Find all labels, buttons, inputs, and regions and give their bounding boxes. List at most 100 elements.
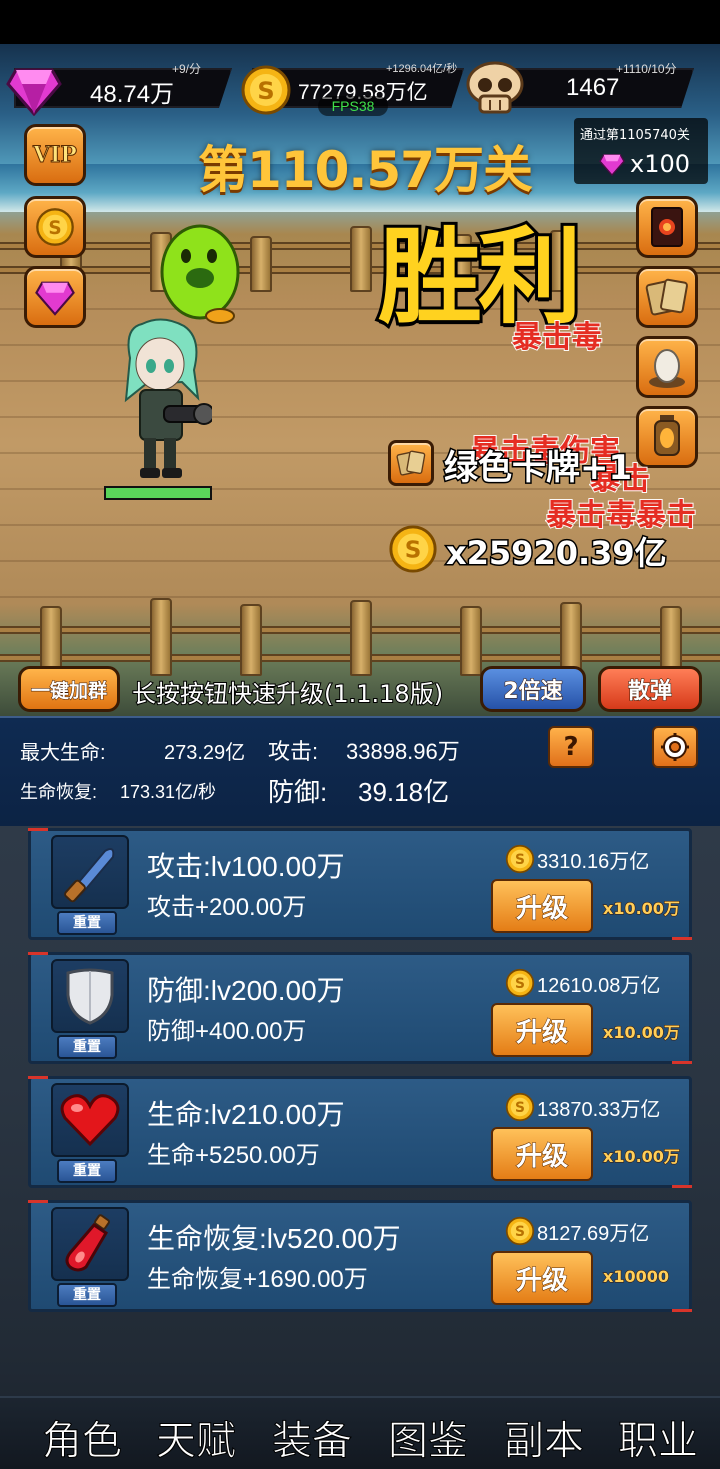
front-fence (0, 596, 720, 676)
svg-text:S: S (405, 538, 422, 564)
stage-reward-box: 通过第1105740关 x100 (574, 118, 708, 184)
card-deck-icon (651, 207, 683, 247)
knife-icon (51, 835, 129, 909)
back-fence (0, 222, 720, 292)
upgrade-desc: 生命+5250.00万 (147, 1142, 320, 1169)
cards-button[interactable] (636, 266, 698, 328)
card-deck-button[interactable] (636, 196, 698, 258)
gold-shop-button[interactable]: S (24, 196, 86, 258)
upgrade-button[interactable]: 升级 (491, 1251, 593, 1305)
upgrade-card-defense: 重置 防御:lv200.00万 防御+400.00万 S 12610.08万亿 … (28, 952, 692, 1064)
upgrade-cost: S 13870.33万亿 (505, 1091, 660, 1123)
attack-value: 33898.96万 (346, 739, 460, 764)
reset-button[interactable]: 重置 (57, 1159, 117, 1183)
regen-label: 生命恢复: (20, 782, 98, 802)
tab-dungeon[interactable]: 副本 (504, 1408, 585, 1466)
egg-icon (649, 349, 685, 388)
egg-button[interactable] (636, 336, 698, 398)
settings-button[interactable] (652, 726, 698, 768)
upgrade-cost-value: 8127.69万亿 (537, 1222, 650, 1245)
upgrade-card-attack: 重置 攻击:lv100.00万 攻击+200.00万 S 3310.16万亿 升… (28, 828, 692, 940)
reset-button[interactable]: 重置 (57, 1035, 117, 1059)
gold-coin-icon: S (505, 1092, 535, 1122)
svg-text:S: S (515, 1224, 525, 1240)
card-loot-icon (388, 440, 434, 486)
skull-icon (464, 60, 526, 120)
gold-coin-icon: S (505, 844, 535, 874)
svg-text:S: S (257, 77, 274, 105)
crit-label: 暴击毒 (511, 319, 603, 356)
attack-label: 攻击: (268, 739, 319, 764)
reset-button[interactable]: 重置 (57, 911, 117, 935)
regen-value: 173.31亿/秒 (120, 782, 217, 802)
upgrade-cost: S 8127.69万亿 (505, 1215, 649, 1247)
upgrade-card-hp: 重置 生命:lv210.00万 生命+5250.00万 S 13870.33万亿… (28, 1076, 692, 1188)
vip-button[interactable]: VIP (24, 124, 86, 186)
upgrade-hint-text: 长按按钮快速升级(1.1.18版) (131, 679, 444, 709)
upgrade-cost: S 12610.08万亿 (505, 967, 660, 999)
upgrade-card-regen: 重置 生命恢复:lv520.00万 生命恢复+1690.00万 S 8127.6… (28, 1200, 692, 1312)
max-hp-value: 273.29亿 (164, 742, 246, 764)
tab-equipment[interactable]: 装备 (272, 1408, 353, 1466)
svg-text:S: S (515, 852, 525, 868)
help-button[interactable]: ? (548, 726, 594, 768)
upgrade-button[interactable]: 升级 (491, 1003, 593, 1057)
gold-coin-icon: S (240, 64, 292, 120)
gem-rate: +9/分 (172, 62, 202, 76)
fps-counter: FPS38 (318, 96, 388, 116)
potion-icon (51, 1207, 129, 1281)
tab-character[interactable]: 角色 (42, 1408, 123, 1466)
stats-panel: 最大生命: 273.29亿 攻击: 33898.96万 生命恢复: 173.31… (0, 716, 720, 826)
reward-label: 通过第1105740关 (580, 128, 690, 143)
upgrade-multiplier[interactable]: x10.00万 (603, 1019, 681, 1043)
shield-icon (51, 959, 129, 1033)
green-slime-monster (156, 216, 246, 330)
upgrade-cost-value: 13870.33万亿 (537, 1098, 661, 1121)
upgrade-desc: 防御+400.00万 (147, 1018, 307, 1045)
double-speed-button[interactable]: 2倍速 (480, 666, 586, 712)
skull-rate: +1110/10分 (616, 62, 677, 76)
upgrade-desc: 生命恢复+1690.00万 (147, 1266, 368, 1293)
reward-count: x100 (630, 150, 691, 178)
skull-value: 1467 (566, 74, 620, 101)
upgrade-title: 防御:lv200.00万 (147, 975, 345, 1006)
upgrade-cost: S 3310.16万亿 (505, 843, 649, 875)
bottom-tab-bar: 角色 天赋 装备 图鉴 副本 职业 (0, 1396, 720, 1469)
gem-shop-button[interactable] (24, 266, 86, 328)
gem-value: 48.74万 (90, 81, 175, 108)
gold-coin-icon: S (505, 968, 535, 998)
svg-text:S: S (48, 218, 61, 239)
max-hp-label: 最大生命: (20, 742, 106, 764)
gold-rate: +1296.04亿/秒 (386, 63, 458, 75)
upgrade-button[interactable]: 升级 (491, 1127, 593, 1181)
scatter-shot-button[interactable]: 散弹 (598, 666, 702, 712)
upgrade-cost-value: 12610.08万亿 (537, 974, 661, 997)
reset-button[interactable]: 重置 (57, 1283, 117, 1307)
upgrade-desc: 攻击+200.00万 (147, 894, 307, 921)
join-group-button[interactable]: 一键加群 (18, 666, 120, 712)
vip-label: VIP (33, 142, 78, 169)
system-status-bar (0, 0, 720, 44)
tab-collection[interactable]: 图鉴 (388, 1408, 469, 1466)
gear-icon (661, 733, 689, 761)
tab-talent[interactable]: 天赋 (156, 1408, 237, 1466)
cards-icon (645, 278, 688, 316)
gold-loot-text: x25920.39亿 (445, 533, 669, 574)
defense-label: 防御: (268, 777, 328, 807)
upgrade-title: 攻击:lv100.00万 (147, 851, 345, 882)
upgrade-multiplier[interactable]: x10000 (603, 1267, 670, 1287)
upgrade-multiplier[interactable]: x10.00万 (603, 1143, 681, 1167)
svg-text:S: S (515, 1100, 525, 1116)
upgrade-multiplier[interactable]: x10.00万 (603, 895, 681, 919)
gem-icon (598, 152, 626, 180)
card-loot-text: 绿色卡牌+1 (442, 447, 633, 490)
upgrade-button[interactable]: 升级 (491, 879, 593, 933)
tab-class[interactable]: 职业 (618, 1408, 699, 1466)
upgrade-title: 生命:lv210.00万 (147, 1099, 345, 1130)
gold-coin-icon: S (388, 524, 438, 578)
gold-coin-icon: S (505, 1216, 535, 1246)
upgrade-title: 生命恢复:lv520.00万 (147, 1223, 401, 1254)
lantern-icon (654, 415, 680, 456)
gem-icon (35, 281, 75, 316)
heart-icon (51, 1083, 129, 1157)
